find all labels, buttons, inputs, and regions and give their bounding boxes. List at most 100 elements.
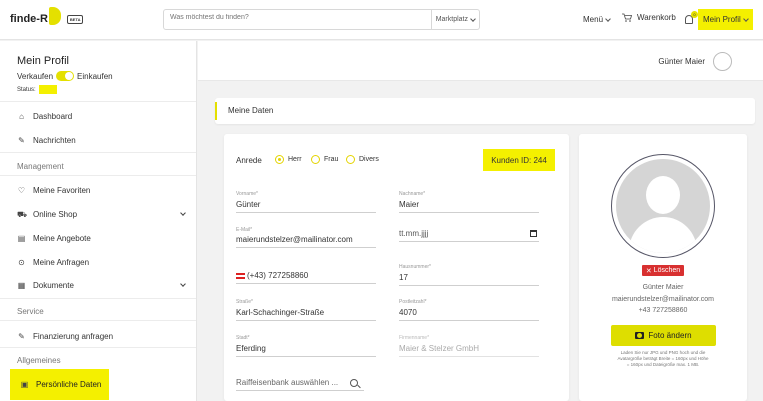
company-label: Firmenname*: [399, 335, 430, 341]
sidebar-item-label: Meine Favoriten: [33, 186, 91, 195]
bell-icon[interactable]: 0: [685, 11, 698, 24]
city-field[interactable]: Eferding: [236, 344, 376, 357]
status-label: Status:: [17, 86, 36, 93]
postal-code-label: Postleitzahl*: [399, 299, 427, 305]
cart-icon: ⛟: [17, 210, 28, 219]
sidebar-item-label: Dokumente: [33, 281, 74, 290]
last-name-field[interactable]: Maier: [399, 200, 539, 213]
menu-button[interactable]: Menü: [583, 15, 611, 24]
postal-code-field[interactable]: 4070: [399, 308, 539, 321]
section-title: Meine Daten: [228, 106, 274, 115]
accent-bar: [215, 102, 217, 120]
email-field[interactable]: maierundstelzer@mailinator.com: [236, 235, 376, 248]
my-profile-label: Mein Profil: [703, 15, 741, 24]
phone-field[interactable]: (+43) 727258860: [236, 271, 376, 284]
toggle-knob: [65, 72, 74, 80]
search-bar: Marktplatz: [163, 9, 480, 30]
avatar-placeholder: [616, 159, 710, 253]
radio-label: Divers: [359, 156, 379, 163]
sell-buy-toggle[interactable]: [56, 71, 75, 81]
sidebar-item-requests[interactable]: ⊙ Meine Anfragen: [17, 258, 89, 267]
section-general: Allgemeines: [17, 356, 61, 365]
sidebar-item-messages[interactable]: ✎ Nachrichten: [17, 136, 76, 145]
sidebar-item-label: Dashboard: [33, 112, 73, 121]
user-name: Günter Maier: [658, 57, 705, 66]
camera-icon: [635, 332, 645, 339]
cart-icon: [622, 13, 632, 22]
id-card-icon: ▣: [20, 380, 29, 389]
radio-herr[interactable]: Herr: [275, 155, 302, 164]
search-category-select[interactable]: Marktplatz: [430, 10, 476, 29]
salutation-label: Anrede: [236, 156, 262, 165]
first-name-field[interactable]: Günter: [236, 200, 376, 213]
radio-frau[interactable]: Frau: [311, 155, 338, 164]
austria-flag-icon: [236, 272, 245, 279]
first-name-label: Vorname*: [236, 191, 258, 197]
company-field: Maier & Stelzer GmbH: [399, 344, 539, 357]
date-placeholder: tt.mm.jjjj: [399, 229, 429, 238]
sidebar-item-financing[interactable]: ✎ Finanzierung anfragen: [17, 332, 113, 341]
profile-name: Günter Maier: [642, 284, 684, 291]
my-profile-button[interactable]: Mein Profil: [698, 9, 753, 30]
sidebar-item-personal-data[interactable]: ▣ Persönliche Daten: [10, 369, 109, 400]
sell-buy-toggle-row: Verkaufen Einkaufen: [17, 71, 113, 81]
change-photo-button[interactable]: Foto ändern: [611, 325, 716, 346]
avatar-body: [629, 217, 697, 253]
section-header-card: Meine Daten: [215, 98, 755, 124]
search-icon[interactable]: [350, 379, 358, 387]
close-icon: ✕: [645, 267, 654, 275]
profile-nav: 0 Mein Profil: [685, 9, 753, 30]
street-field[interactable]: Karl-Schachinger-Straße: [236, 308, 376, 321]
calendar-icon[interactable]: [530, 230, 537, 237]
search-input[interactable]: [170, 14, 420, 21]
sidebar-item-online-shop[interactable]: ⛟ Online Shop: [17, 210, 77, 219]
radio-unchecked-icon: [346, 155, 355, 164]
radio-label: Frau: [324, 156, 339, 163]
avatar[interactable]: [713, 52, 732, 71]
radio-checked-icon: [275, 155, 284, 164]
logo-text: finde-R: [10, 13, 48, 25]
divider: [0, 347, 196, 348]
house-number-field[interactable]: 17: [399, 273, 539, 286]
delete-photo-button[interactable]: ✕ Löschen: [642, 265, 684, 276]
section-service: Service: [17, 307, 44, 316]
upload-hint: Laden Sie nur JPG und PNG hoch und die A…: [617, 350, 709, 367]
cart-button[interactable]: Warenkorb: [622, 13, 676, 22]
sidebar-item-label: Nachrichten: [33, 136, 76, 145]
divider: [0, 298, 196, 299]
profile-email: maierundstelzer@mailinator.com: [611, 296, 715, 303]
customer-id-badge: Kunden ID: 244: [483, 149, 555, 171]
divider: [0, 101, 196, 102]
divider: [0, 152, 196, 153]
bank-select[interactable]: Raiffeisenbank auswählen ...: [236, 378, 364, 391]
search-category-label: Marktplatz: [435, 16, 468, 23]
sidebar-item-documents[interactable]: ▦ Dokumente: [17, 281, 74, 290]
top-header: finde-R BETA Marktplatz Menü Warenkorb 0…: [0, 0, 763, 40]
sidebar-item-dashboard[interactable]: ⌂ Dashboard: [17, 112, 72, 121]
toggle-left-label: Verkaufen: [17, 71, 54, 81]
logo[interactable]: finde-R BETA: [10, 7, 84, 28]
radio-label: Herr: [288, 156, 302, 163]
divider: [0, 175, 196, 176]
menu-label: Menü: [583, 15, 604, 24]
sidebar: Mein Profil Verkaufen Einkaufen Status: …: [0, 41, 197, 401]
radio-divers[interactable]: Divers: [346, 155, 379, 164]
toggle-right-label: Einkaufen: [77, 71, 113, 81]
avatar: [611, 154, 715, 258]
street-label: Straße*: [236, 299, 253, 305]
birthdate-field[interactable]: tt.mm.jjjj: [399, 229, 539, 242]
personal-data-form: Anrede Herr Frau Divers Kunden ID: 244 V…: [224, 134, 569, 401]
radio-unchecked-icon: [311, 155, 320, 164]
chevron-down-icon[interactable]: [180, 210, 186, 216]
document-icon: ▦: [17, 281, 26, 290]
notification-badge: 0: [691, 11, 698, 18]
sidebar-item-offers[interactable]: ▤ Meine Angebote: [17, 234, 91, 243]
user-bar: Günter Maier: [198, 41, 763, 81]
chevron-down-icon[interactable]: [180, 281, 186, 287]
section-management: Management: [17, 162, 64, 171]
phone-number: 727258860: [268, 271, 309, 280]
sidebar-item-label: Persönliche Daten: [36, 380, 102, 389]
sidebar-item-favorites[interactable]: ♡ Meine Favoriten: [17, 186, 90, 195]
change-photo-label: Foto ändern: [648, 331, 692, 340]
sidebar-item-label: Meine Angebote: [33, 234, 91, 243]
